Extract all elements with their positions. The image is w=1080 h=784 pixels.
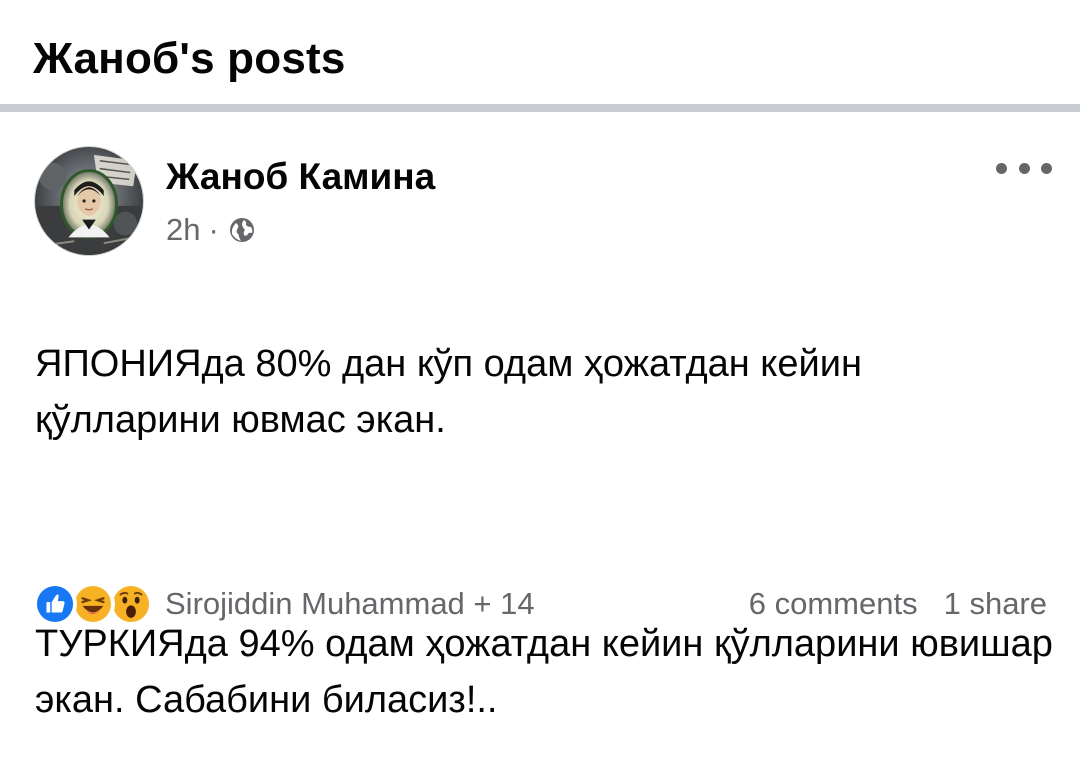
- comments-count[interactable]: 6 comments: [749, 586, 918, 622]
- author-name[interactable]: Жаноб Камина: [166, 156, 435, 198]
- more-dot: [1018, 162, 1030, 174]
- page-header: Жаноб's posts: [0, 0, 1080, 104]
- post-paragraph: ТУРКИЯда 94% одам ҳожатдан кейин қўллари…: [35, 623, 1053, 721]
- meta-separator: ·: [208, 212, 219, 247]
- shares-count[interactable]: 1 share: [944, 586, 1047, 622]
- avatar[interactable]: [34, 146, 144, 256]
- reaction-names: Sirojiddin Muhammad + 14: [165, 586, 535, 621]
- reactions-summary[interactable]: Sirojiddin Muhammad + 14: [33, 582, 535, 626]
- more-dot: [1041, 162, 1052, 174]
- post-stats: 6 comments 1 share: [749, 582, 1047, 626]
- more-options-icon[interactable]: [996, 154, 1052, 182]
- haha-icon: [71, 582, 115, 626]
- like-icon: [33, 582, 77, 626]
- section-divider: [0, 104, 1080, 112]
- post-body: ЯПОНИЯда 80% дан кўп одам ҳожатдан кейин…: [35, 280, 1055, 784]
- avatar-image: [35, 147, 143, 255]
- wow-icon: [109, 582, 153, 626]
- post-meta: 2h ·: [166, 212, 257, 248]
- post-time[interactable]: 2h: [166, 212, 200, 248]
- globe-icon[interactable]: [227, 215, 257, 245]
- more-dot: [996, 162, 1007, 174]
- page-title: Жаноб's posts: [33, 34, 346, 83]
- post-card: Жаноб Камина 2h · ЯПОНИЯда 80% дан кўп о…: [0, 112, 1080, 721]
- post-paragraph: ЯПОНИЯда 80% дан кўп одам ҳожатдан кейин…: [35, 343, 862, 441]
